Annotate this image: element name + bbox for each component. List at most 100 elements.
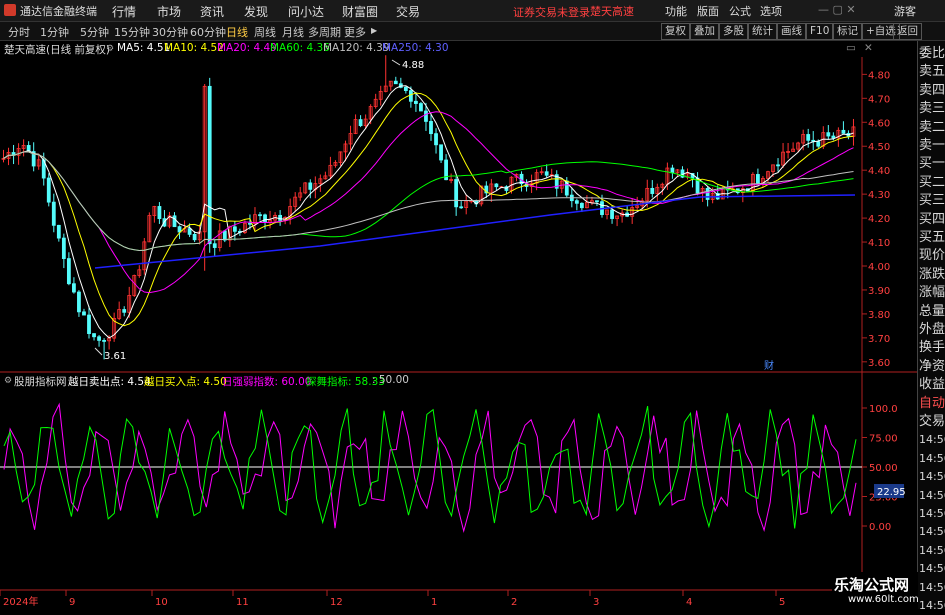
- candle-body: [414, 100, 418, 104]
- candle-body: [278, 214, 283, 221]
- side-panel-item: 换手: [919, 340, 945, 356]
- side-panel-item: 委比: [919, 46, 945, 61]
- side-panel-item: 14:56: [919, 451, 945, 465]
- menu-faxian[interactable]: 发现: [244, 3, 268, 20]
- tab-30min[interactable]: 30分钟: [152, 24, 188, 40]
- candle-body: [77, 291, 81, 313]
- candle: [348, 125, 353, 150]
- candle: [544, 164, 549, 178]
- tab-weekly[interactable]: 周线: [254, 24, 276, 40]
- candle: [82, 308, 86, 316]
- candle-body: [92, 333, 96, 338]
- candle-body: [46, 177, 51, 203]
- candle-body: [97, 336, 101, 341]
- candle: [574, 198, 579, 211]
- tab-fenshi[interactable]: 分时: [8, 24, 30, 40]
- low-price-label: 3.61: [104, 351, 126, 362]
- menu-shichang[interactable]: 市场: [157, 3, 181, 20]
- menu-caifuquan[interactable]: 财富圈: [342, 3, 378, 20]
- fuquan-button[interactable]: 复权: [661, 23, 690, 40]
- indicator-tick-label: 100.0: [869, 404, 898, 415]
- side-panel-item: 买二: [919, 174, 945, 190]
- more-chevron-icon[interactable]: ▶: [371, 26, 377, 35]
- draw-line-button[interactable]: 画线: [777, 23, 806, 40]
- overlay-button[interactable]: 叠加: [690, 23, 719, 40]
- candle: [358, 115, 363, 128]
- candle: [122, 306, 127, 317]
- kline-chart-area[interactable]: 4.80 4.70 4.60 4.50 4.40 4.30 4.20 4.10 4.00 3.90…: [0, 41, 917, 609]
- menu-hangqing[interactable]: 行情: [112, 3, 136, 20]
- tab-60min[interactable]: 60分钟: [190, 24, 226, 40]
- candle: [494, 183, 499, 191]
- menu-gongshi[interactable]: 公式: [729, 3, 751, 19]
- candle: [61, 233, 66, 269]
- candle-body: [831, 135, 836, 139]
- menu-jiaoyi[interactable]: 交易: [396, 3, 420, 20]
- candle: [157, 202, 162, 224]
- side-panel-item: 14:56: [919, 470, 945, 484]
- window-controls-icon[interactable]: — ▢ ✕: [818, 3, 856, 16]
- tab-multi-period[interactable]: 多周期: [308, 24, 341, 40]
- title-stock-name: 楚天高速: [590, 5, 634, 18]
- candle: [147, 212, 152, 243]
- menu-wenxiaoda[interactable]: 问小达: [288, 3, 324, 20]
- menu-gongneng[interactable]: 功能: [665, 3, 687, 19]
- ma10-line: [3, 92, 854, 327]
- chart-minimize-icon[interactable]: ▭: [846, 42, 856, 54]
- tab-5min[interactable]: 5分钟: [80, 24, 109, 40]
- indicator-tick-label: 0.00: [869, 522, 891, 533]
- side-panel-item: 买三: [919, 193, 945, 209]
- candle: [429, 113, 433, 141]
- chart-close-icon[interactable]: ✕: [864, 42, 873, 54]
- candle: [459, 201, 464, 209]
- chart-labels: 4.88 3.61 财: [94, 59, 774, 372]
- candle: [167, 211, 172, 229]
- candle: [786, 142, 790, 159]
- candle-body: [806, 134, 811, 141]
- candle: [635, 196, 640, 210]
- settings-gear-icon[interactable]: ⚙: [106, 44, 114, 54]
- guest-button[interactable]: 游客: [894, 3, 916, 19]
- tab-15min[interactable]: 15分钟: [114, 24, 150, 40]
- menu-banmian[interactable]: 版面: [697, 3, 719, 19]
- indicator-buy-point: 越日买入点: 4.50: [144, 376, 227, 388]
- tab-monthly[interactable]: 月线: [282, 24, 304, 40]
- candle: [217, 223, 222, 252]
- ma5-label: MA5: 4.51: [117, 42, 171, 54]
- candle: [776, 158, 780, 172]
- candle-body: [459, 206, 464, 209]
- candle: [142, 237, 147, 275]
- trade-login-notice[interactable]: 证券交易未登录: [513, 4, 590, 20]
- tab-daily[interactable]: 日线: [226, 24, 248, 40]
- multi-stock-button[interactable]: 多股: [719, 23, 748, 40]
- back-button[interactable]: 返回: [893, 23, 922, 40]
- f10-button[interactable]: F10: [806, 23, 834, 40]
- tab-more[interactable]: 更多: [344, 24, 366, 40]
- candle: [393, 76, 398, 85]
- mark-button[interactable]: 标记: [833, 23, 862, 40]
- menu-zixun[interactable]: 资讯: [200, 3, 224, 20]
- oscillator-lines: [0, 402, 862, 533]
- price-tick-label: 4.20: [868, 214, 890, 225]
- candle: [97, 335, 101, 347]
- candle: [549, 168, 554, 180]
- menu-xuanxiang[interactable]: 选项: [760, 3, 782, 19]
- high-pointer: [391, 59, 401, 66]
- indicator-gear-icon[interactable]: ⚙: [4, 376, 12, 386]
- period-toolbar: 分时 1分钟 5分钟 15分钟 30分钟 60分钟 日线 周线 月线 多周期 更…: [0, 22, 945, 41]
- candle-body: [439, 144, 443, 161]
- ma250-label: MA250: 4.30: [382, 42, 449, 54]
- side-panel-item: 外盘: [919, 322, 945, 337]
- candle: [258, 212, 262, 221]
- candle: [695, 172, 700, 196]
- side-panel-item[interactable]: 交易: [919, 413, 945, 431]
- statistics-button[interactable]: 统计: [748, 23, 777, 40]
- candle-body: [358, 119, 363, 127]
- time-tick-label: 5: [779, 597, 785, 608]
- candle: [11, 144, 16, 165]
- event-marker: 财: [764, 359, 774, 372]
- side-panel-item[interactable]: 自动: [919, 395, 945, 413]
- tab-1min[interactable]: 1分钟: [40, 24, 69, 40]
- side-panel-item: 净资: [919, 358, 945, 374]
- candle: [554, 170, 559, 197]
